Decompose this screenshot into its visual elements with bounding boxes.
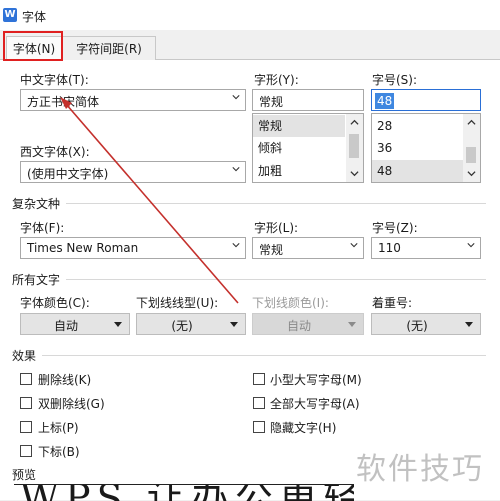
tab-highlight-box: [3, 31, 63, 61]
annotation-arrow: [60, 97, 239, 304]
